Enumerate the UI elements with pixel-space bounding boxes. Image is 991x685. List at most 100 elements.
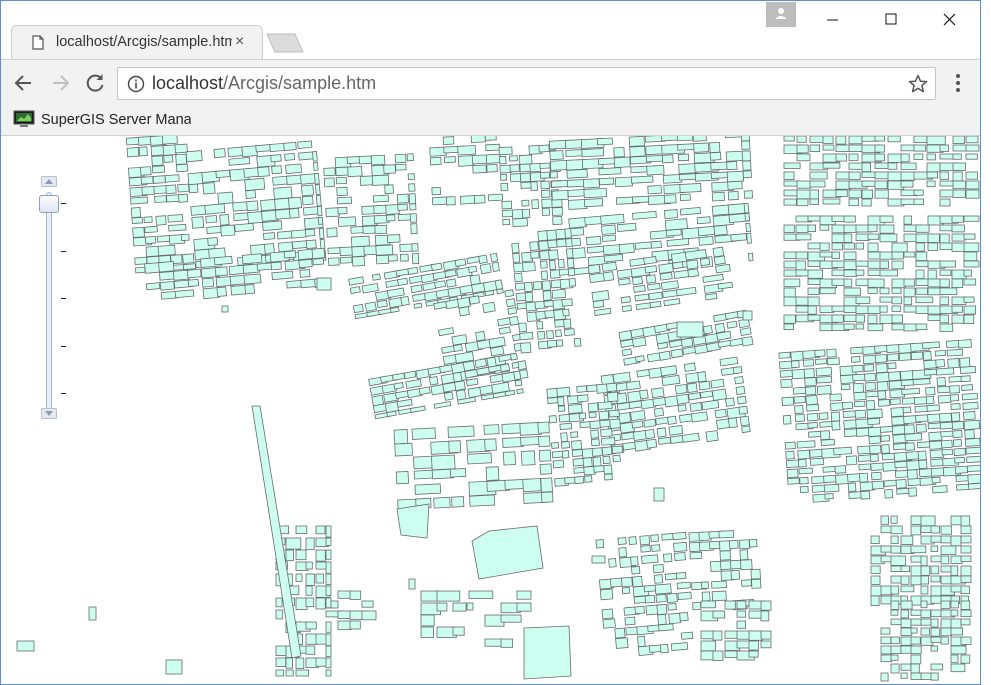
profile-button[interactable] xyxy=(766,2,796,27)
bookmark-item[interactable]: SuperGIS Server Manager xyxy=(13,108,191,134)
building-polygon xyxy=(910,636,921,645)
info-icon[interactable] xyxy=(127,75,145,93)
building-polygon xyxy=(154,195,167,204)
building-polygon xyxy=(711,580,727,589)
building-polygon xyxy=(351,245,366,258)
new-tab-button[interactable] xyxy=(265,33,305,53)
building-polygon xyxy=(673,552,686,562)
building-polygon xyxy=(900,379,915,387)
building-polygon xyxy=(371,174,390,186)
building-polygon xyxy=(874,354,888,364)
building-polygon xyxy=(598,177,615,186)
building-polygon xyxy=(661,374,681,387)
zoom-track[interactable] xyxy=(46,192,52,413)
building-polygon xyxy=(966,464,980,473)
building-polygon xyxy=(890,663,900,674)
map-view[interactable] xyxy=(1,136,980,684)
forward-arrow-icon[interactable] xyxy=(47,70,73,96)
reload-icon[interactable] xyxy=(82,70,108,96)
address-bar[interactable]: localhost/Arcgis/sample.htm xyxy=(117,67,936,100)
building-polygon xyxy=(686,382,698,394)
building-polygon xyxy=(499,363,511,373)
bookmarks-bar: SuperGIS Server Manager xyxy=(1,105,980,136)
building-polygon xyxy=(903,424,915,435)
building-polygon xyxy=(165,659,183,675)
building-polygon xyxy=(257,166,270,178)
building-polygon xyxy=(663,553,673,563)
building-polygon xyxy=(960,575,972,583)
building-polygon xyxy=(809,144,821,152)
building-polygon xyxy=(890,575,902,584)
building-polygon xyxy=(297,140,313,149)
building-polygon xyxy=(809,171,828,180)
browser-window: localhost/Arcgis/sample.htm × localhost/… xyxy=(0,0,981,685)
building-polygon xyxy=(630,566,641,575)
building-polygon xyxy=(727,180,743,190)
building-polygon xyxy=(855,260,869,267)
building-polygon xyxy=(732,366,743,375)
building-polygon xyxy=(187,278,200,287)
building-polygon xyxy=(890,407,905,418)
zoom-in-button[interactable] xyxy=(41,176,57,187)
building-polygon xyxy=(507,307,518,315)
building-polygon xyxy=(326,227,338,238)
building-polygon xyxy=(952,162,967,171)
building-polygon xyxy=(960,636,972,645)
browser-tab[interactable]: localhost/Arcgis/sample.htm × xyxy=(11,25,263,59)
tab-close-button[interactable]: × xyxy=(235,32,244,52)
building-polygon xyxy=(699,390,714,399)
building-polygon xyxy=(305,573,316,586)
building-polygon xyxy=(410,284,423,294)
building-polygon xyxy=(851,364,864,373)
building-polygon xyxy=(807,305,817,315)
building-polygon xyxy=(312,151,318,162)
building-polygon xyxy=(167,214,184,223)
building-polygon xyxy=(312,257,325,266)
building-polygon xyxy=(736,620,747,629)
building-polygon xyxy=(867,242,879,253)
building-polygon xyxy=(244,284,255,295)
building-polygon xyxy=(913,198,925,206)
building-polygon xyxy=(270,154,282,163)
building-polygon xyxy=(910,618,923,626)
kebab-menu-icon[interactable] xyxy=(949,72,967,94)
building-polygon xyxy=(551,189,569,201)
building-polygon xyxy=(859,472,869,483)
building-polygon xyxy=(910,672,922,680)
building-polygon xyxy=(539,171,551,179)
building-polygon xyxy=(865,390,880,398)
building-polygon xyxy=(582,457,593,468)
building-polygon xyxy=(903,278,916,287)
building-polygon xyxy=(903,287,916,298)
back-arrow-icon[interactable] xyxy=(11,70,37,96)
minimize-button[interactable] xyxy=(801,1,859,37)
building-polygon xyxy=(927,233,940,243)
building-polygon xyxy=(305,239,317,249)
zoom-slider[interactable] xyxy=(39,176,69,426)
building-polygon xyxy=(951,305,963,313)
building-polygon xyxy=(915,423,927,433)
building-polygon xyxy=(284,153,296,161)
building-polygon xyxy=(960,585,970,594)
building-polygon xyxy=(315,597,326,610)
zoom-out-button[interactable] xyxy=(41,408,57,419)
building-polygon xyxy=(654,583,672,595)
building-polygon xyxy=(228,156,251,166)
maximize-button[interactable] xyxy=(861,1,919,37)
building-polygon xyxy=(620,576,633,588)
building-polygon xyxy=(394,153,407,164)
building-polygon xyxy=(502,451,516,466)
building-block xyxy=(429,136,503,206)
close-window-button[interactable] xyxy=(921,1,979,37)
building-polygon xyxy=(522,261,536,272)
building-polygon xyxy=(537,330,546,340)
building-polygon xyxy=(508,315,520,326)
building-polygon xyxy=(288,207,300,219)
building-polygon xyxy=(618,242,635,254)
building-polygon xyxy=(701,581,709,590)
zoom-handle[interactable] xyxy=(39,195,59,213)
building-polygon xyxy=(870,595,880,606)
building-polygon xyxy=(482,301,496,314)
star-icon[interactable] xyxy=(908,74,928,94)
building-polygon xyxy=(399,253,409,262)
